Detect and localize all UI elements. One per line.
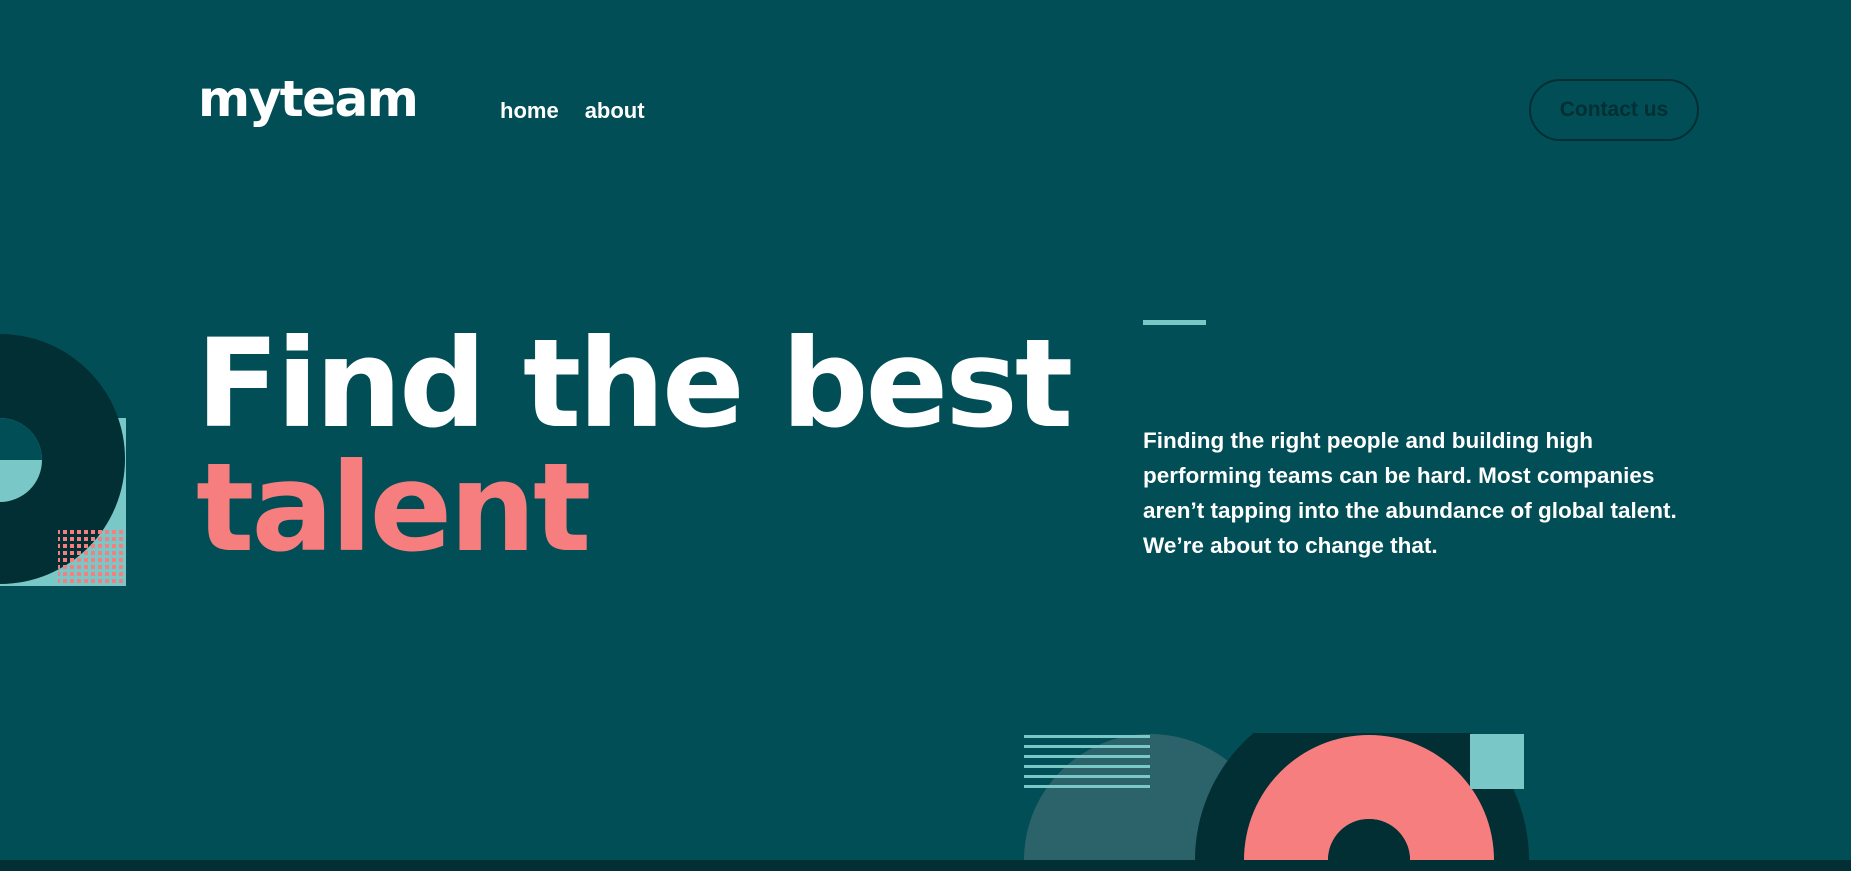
left-decorative-pattern [0, 334, 126, 586]
hero-title: Find the best talent [196, 313, 1073, 579]
accent-bar [1143, 320, 1206, 325]
nav-link-home[interactable]: home [500, 98, 559, 124]
main-nav: home about [500, 98, 645, 124]
page: myteam home about Contact us Find the be… [0, 0, 1851, 871]
bottom-decorative-shapes [1024, 733, 1529, 860]
hero-description: Finding the right people and building hi… [1143, 428, 1677, 558]
contact-us-button[interactable]: Contact us [1529, 79, 1699, 141]
teal-small-square [1470, 734, 1524, 789]
hero-title-line1: Find the best [196, 313, 1073, 455]
nav-link-about[interactable]: about [585, 98, 645, 124]
bottom-band [0, 860, 1851, 871]
hero-title-line2: talent [196, 437, 591, 579]
logo[interactable]: myteam [198, 74, 419, 124]
dot-grid [58, 530, 126, 586]
